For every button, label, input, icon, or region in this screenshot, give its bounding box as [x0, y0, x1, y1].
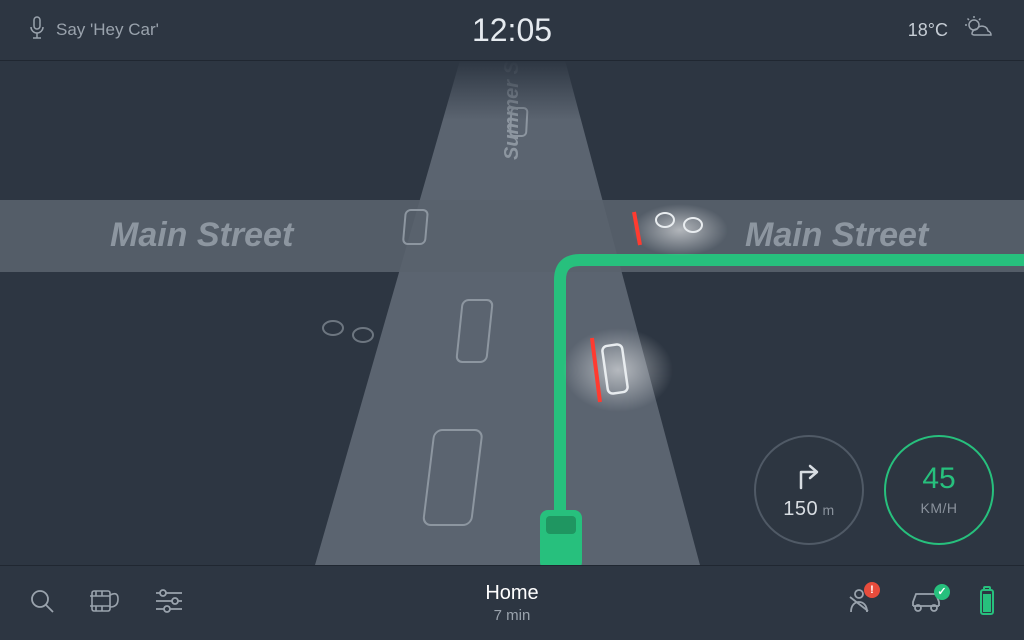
battery-button[interactable] [978, 586, 996, 621]
seatbelt-warning-button[interactable]: ! [844, 586, 874, 621]
temperature: 18°C [908, 20, 948, 41]
voice-assistant-button[interactable]: Say 'Hey Car' [28, 16, 159, 45]
street-label-right: Main Street [745, 216, 930, 254]
clock: 12:05 [472, 12, 552, 49]
voice-hint-text: Say 'Hey Car' [56, 20, 159, 40]
intersection-vehicles [632, 204, 728, 256]
settings-button[interactable] [154, 588, 184, 619]
speed-gauge[interactable]: 45 KM/H [884, 435, 994, 545]
partly-cloudy-icon [962, 15, 996, 46]
turn-distance-value: 150 [783, 498, 818, 520]
car-status-button[interactable]: ✓ [908, 588, 944, 619]
destination-name: Home [485, 582, 538, 605]
driving-gauges: 150 m 45 KM/H [754, 435, 994, 545]
turn-right-icon [793, 460, 825, 490]
sliders-icon [154, 588, 184, 619]
next-turn-gauge[interactable]: 150 m [754, 435, 864, 545]
status-bar: Say 'Hey Car' 12:05 18°C [0, 0, 1024, 60]
weather-widget[interactable]: 18°C [908, 15, 996, 46]
alert-badge-icon: ! [864, 582, 880, 598]
ok-badge-icon: ✓ [934, 584, 950, 600]
search-button[interactable] [28, 587, 56, 620]
traffic-vehicle [563, 328, 673, 412]
speed-unit: KM/H [921, 500, 958, 516]
bottom-bar: Home 7 min ! ✓ [0, 565, 1024, 640]
media-button[interactable] [90, 587, 120, 620]
microphone-icon [28, 16, 46, 45]
destination-button[interactable]: Home 7 min [485, 582, 538, 624]
destination-eta: 7 min [485, 607, 538, 624]
street-label-left: Main Street [110, 216, 295, 254]
media-film-icon [90, 587, 120, 620]
search-icon [28, 587, 56, 620]
turn-distance-unit: m [823, 502, 835, 518]
speed-value: 45 [922, 464, 955, 494]
battery-icon [978, 586, 996, 621]
ego-vehicle-icon [540, 510, 582, 565]
side-vehicles [323, 321, 373, 342]
